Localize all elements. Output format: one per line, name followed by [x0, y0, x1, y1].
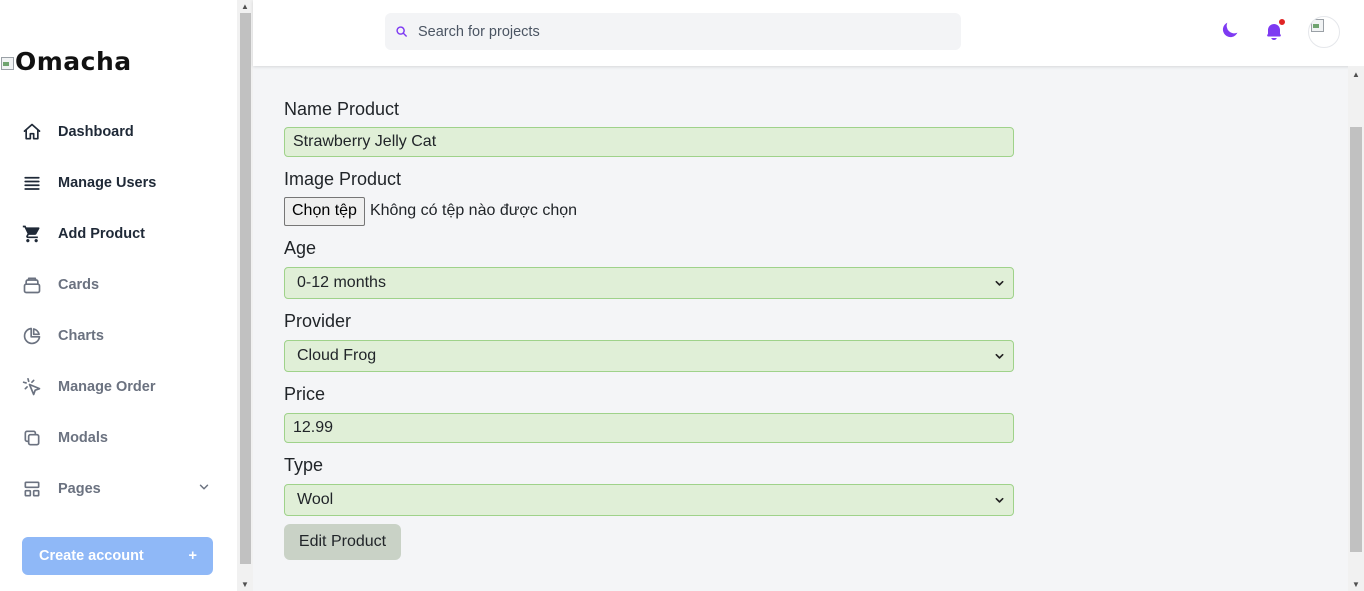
type-select-value: Wool	[297, 491, 334, 508]
provider-select[interactable]: Cloud Frog	[284, 340, 1014, 372]
price-input[interactable]: 12.99	[284, 413, 1014, 443]
sidebar-item-label: Cards	[58, 276, 100, 293]
sidebar-item-add-product[interactable]: Add Product	[0, 208, 237, 259]
sidebar-item-label: Add Product	[58, 225, 145, 242]
search-input[interactable]	[418, 23, 938, 40]
home-icon	[22, 122, 42, 142]
image-file-input[interactable]: Chọn tệp Không có tệp nào được chọn	[284, 196, 1014, 226]
name-product-label: Name Product	[284, 99, 400, 119]
pages-icon	[22, 479, 42, 499]
name-product-input[interactable]: Strawberry Jelly Cat	[284, 127, 1014, 157]
list-icon	[22, 173, 42, 193]
sidebar-item-label: Pages	[58, 480, 101, 497]
broken-image-icon	[0, 56, 14, 70]
file-status-text: Không có tệp nào được chọn	[369, 202, 578, 219]
page-scroll-up-arrow-icon[interactable]: ▲	[1348, 68, 1364, 81]
avatar[interactable]	[1308, 16, 1340, 48]
copy-icon	[22, 428, 42, 448]
top-header	[253, 0, 1364, 66]
sidebar-scrollbar-thumb[interactable]	[240, 13, 251, 564]
price-label: Price	[284, 384, 326, 404]
sidebar-item-pages[interactable]: Pages	[0, 463, 237, 514]
scroll-down-arrow-icon[interactable]: ▼	[237, 578, 253, 591]
create-account-label: Create account	[39, 548, 144, 564]
cards-icon	[22, 275, 42, 295]
sidebar-item-manage-order[interactable]: Manage Order	[0, 361, 237, 412]
bell-icon	[1264, 18, 1286, 42]
notification-dot	[1278, 18, 1286, 26]
choose-file-button[interactable]: Chọn tệp	[284, 196, 365, 226]
sidebar: Omacha Dashboard Manage Users Add Produc…	[0, 0, 237, 591]
age-select-value: 0-12 months	[297, 274, 386, 291]
sidebar-item-label: Charts	[58, 327, 104, 344]
sidebar-nav: Dashboard Manage Users Add Product Cards…	[0, 106, 237, 514]
page-scroll-down-arrow-icon[interactable]: ▼	[1348, 578, 1364, 591]
cursor-click-icon	[22, 377, 42, 397]
sidebar-item-dashboard[interactable]: Dashboard	[0, 106, 237, 157]
sidebar-item-charts[interactable]: Charts	[0, 310, 237, 361]
sidebar-item-modals[interactable]: Modals	[0, 412, 237, 463]
page-scrollbar-thumb[interactable]	[1350, 127, 1362, 552]
chevron-down-icon	[993, 277, 1005, 289]
sidebar-item-cards[interactable]: Cards	[0, 259, 237, 310]
image-product-label: Image Product	[284, 169, 402, 189]
age-select[interactable]: 0-12 months	[284, 267, 1014, 299]
sidebar-item-label: Modals	[58, 429, 108, 446]
chevron-down-icon[interactable]	[197, 480, 211, 499]
notifications-button[interactable]	[1263, 18, 1286, 44]
moon-icon	[1221, 20, 1240, 44]
pie-chart-icon	[22, 326, 42, 346]
search-bar[interactable]	[385, 13, 961, 50]
edit-product-form: Name Product Strawberry Jelly Cat Image …	[284, 96, 1014, 560]
scroll-up-arrow-icon[interactable]: ▲	[237, 0, 253, 13]
age-label: Age	[284, 238, 317, 258]
type-select[interactable]: Wool	[284, 484, 1014, 516]
logo-text: Omacha	[15, 46, 132, 76]
chevron-down-icon	[993, 494, 1005, 506]
edit-product-button[interactable]: Edit Product	[284, 524, 401, 560]
logo[interactable]: Omacha	[0, 44, 132, 78]
cart-icon	[22, 224, 42, 244]
plus-icon: +	[188, 548, 197, 564]
chevron-down-icon	[993, 350, 1005, 362]
theme-toggle-button[interactable]	[1219, 20, 1241, 44]
sidebar-item-manage-users[interactable]: Manage Users	[0, 157, 237, 208]
sidebar-item-label: Manage Users	[58, 174, 157, 191]
provider-label: Provider	[284, 311, 352, 331]
search-icon	[394, 24, 410, 40]
sidebar-item-label: Manage Order	[58, 378, 156, 395]
type-label: Type	[284, 455, 324, 475]
provider-select-value: Cloud Frog	[297, 347, 377, 364]
sidebar-item-label: Dashboard	[58, 123, 134, 140]
create-account-button[interactable]: Create account +	[22, 537, 213, 575]
